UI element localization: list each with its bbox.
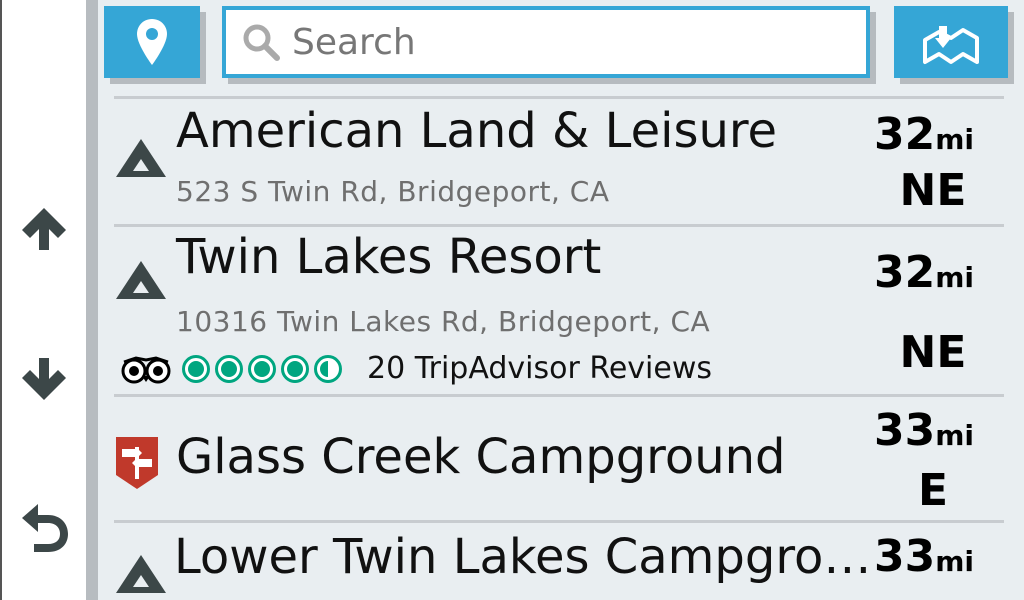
arrow-down-icon	[22, 358, 66, 400]
scroll-rail	[0, 0, 86, 600]
campground-tent-icon	[116, 261, 166, 299]
result-address: 523 S Twin Rd, Bridgeport, CA	[176, 175, 610, 208]
review-count: 20 TripAdvisor Reviews	[367, 351, 712, 386]
rating-bubble-full	[281, 354, 309, 383]
list-item[interactable]: Twin Lakes Resort 10316 Twin Lakes Rd, B…	[114, 224, 1004, 396]
search-icon	[243, 24, 280, 61]
result-direction: E	[917, 465, 949, 516]
result-distance: 33mi	[873, 531, 974, 582]
result-name: Lower Twin Lakes Campgro…	[174, 529, 872, 585]
result-address: 10316 Twin Lakes Rd, Bridgeport, CA	[176, 305, 711, 338]
results-panel: Search American Land & Leisure 523 S Twi…	[98, 0, 1024, 600]
review-summary[interactable]: 20 TripAdvisor Reviews	[118, 351, 712, 386]
rating-bubbles	[182, 354, 347, 383]
rating-bubble-half	[314, 354, 342, 383]
rating-bubble-full	[215, 354, 243, 383]
campground-tent-icon	[116, 139, 166, 177]
map-view-button[interactable]	[894, 6, 1008, 78]
result-direction: NE	[899, 327, 967, 378]
result-name: American Land & Leisure	[176, 103, 778, 159]
rating-bubble-full	[248, 354, 276, 383]
search-input[interactable]: Search	[292, 22, 416, 63]
location-button[interactable]	[104, 6, 200, 78]
result-distance: 33mi	[873, 405, 974, 456]
search-box[interactable]: Search	[222, 6, 870, 78]
result-name: Twin Lakes Resort	[176, 229, 602, 285]
scroll-down-button[interactable]	[12, 346, 76, 410]
campground-tent-icon	[116, 555, 166, 593]
scroll-up-button[interactable]	[12, 196, 76, 260]
rail-divider	[86, 0, 98, 600]
map-view-icon	[923, 26, 979, 64]
back-button[interactable]	[12, 494, 76, 558]
rating-bubble-full	[182, 354, 210, 383]
toolbar: Search	[98, 0, 1024, 92]
list-item[interactable]: American Land & Leisure 523 S Twin Rd, B…	[114, 96, 1004, 226]
list-item[interactable]: Glass Creek Campground 33mi E	[114, 394, 1004, 524]
result-direction: NE	[899, 165, 967, 216]
result-name: Glass Creek Campground	[176, 429, 786, 485]
result-distance: 32mi	[873, 109, 974, 160]
tripadvisor-owl-icon	[121, 355, 171, 383]
back-arrow-icon	[22, 504, 68, 552]
list-item[interactable]: Lower Twin Lakes Campgro… 33mi	[114, 520, 1004, 600]
map-pin-icon	[137, 19, 167, 65]
arrow-up-icon	[22, 208, 66, 250]
result-distance: 32mi	[873, 247, 974, 298]
trail-signpost-icon	[116, 437, 158, 489]
